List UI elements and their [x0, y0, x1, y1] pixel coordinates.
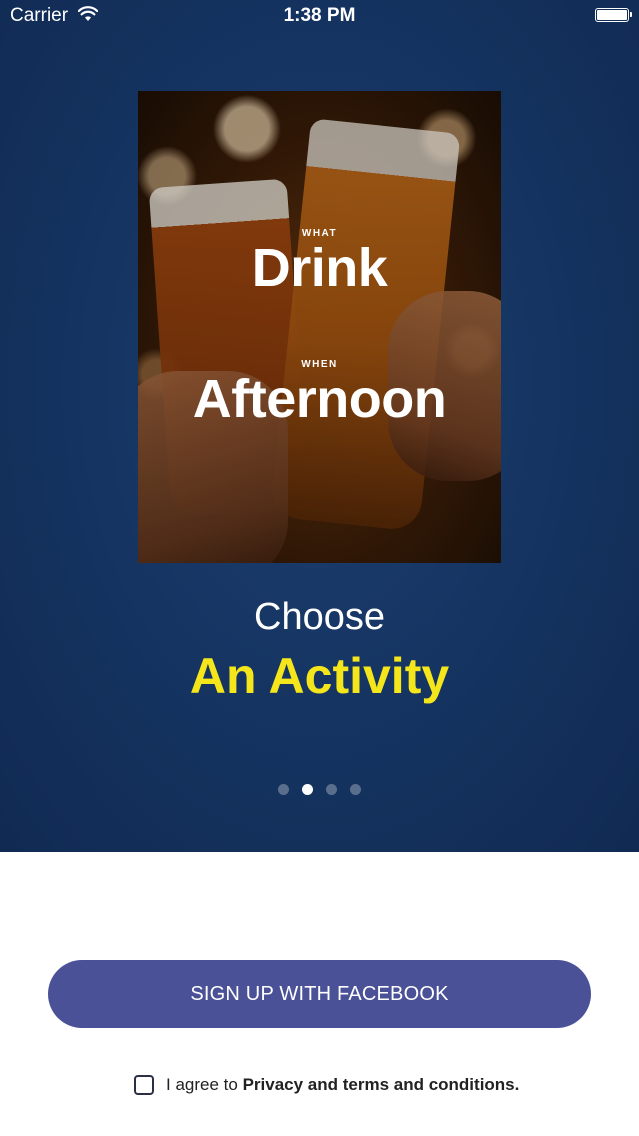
page-dot-4[interactable] [350, 784, 361, 795]
onboarding-hero: Carrier 1:38 PM WHAT Drink WHEN Afternoo… [0, 0, 639, 852]
battery-icon [595, 8, 632, 22]
terms-prefix: I agree to [166, 1075, 243, 1094]
page-dot-1[interactable] [278, 784, 289, 795]
time-of-day: Afternoon [192, 369, 447, 429]
terms-checkbox[interactable] [134, 1075, 154, 1095]
signup-facebook-button[interactable]: SIGN UP WITH FACEBOOK [48, 960, 591, 1028]
status-bar: Carrier 1:38 PM [0, 0, 639, 34]
headline-activity: An Activity [189, 648, 450, 704]
page-dot-2[interactable] [302, 784, 313, 795]
clock: 1:38 PM [283, 5, 356, 26]
activity-card[interactable]: WHAT Drink WHEN Afternoon [138, 91, 501, 563]
page-dot-3[interactable] [326, 784, 337, 795]
page-indicator[interactable] [0, 784, 639, 795]
terms-link[interactable]: Privacy and terms and conditions. [243, 1075, 520, 1094]
activity-name: Drink [251, 238, 388, 298]
headline-choose: Choose [254, 596, 385, 638]
terms-agreement: I agree to Privacy and terms and conditi… [134, 1075, 519, 1095]
terms-text: I agree to Privacy and terms and conditi… [166, 1075, 519, 1095]
